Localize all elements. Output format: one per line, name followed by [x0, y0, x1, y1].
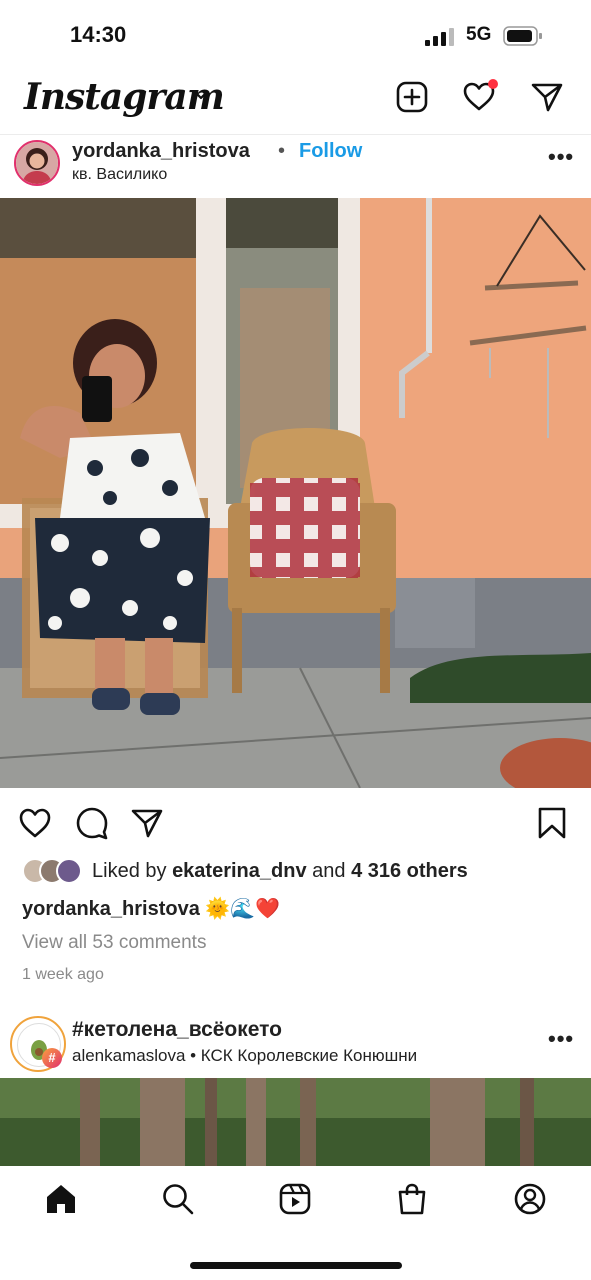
- likes-summary[interactable]: Liked by ekaterina_dnv and 4 316 others: [22, 856, 582, 886]
- status-time: 14:30: [70, 22, 127, 47]
- post-actions: [0, 798, 591, 848]
- network-type: 5G: [466, 24, 492, 45]
- view-comments-link[interactable]: View all 53 comments: [22, 932, 206, 954]
- profile-icon[interactable]: [513, 1182, 547, 1216]
- post-location[interactable]: кв. Василико: [72, 166, 167, 184]
- post2-photo[interactable]: [0, 1078, 591, 1166]
- caption-username[interactable]: yordanka_hristova: [22, 898, 200, 920]
- liked-user[interactable]: ekaterina_dnv: [172, 860, 307, 882]
- signal-icon: [425, 28, 454, 46]
- hashtag-badge: #: [42, 1048, 62, 1068]
- post-image: [0, 198, 591, 788]
- post-header: yordanka_hristova • Follow кв. Василико …: [0, 136, 591, 198]
- more-icon[interactable]: •••: [548, 144, 574, 170]
- post-photo[interactable]: [0, 198, 591, 788]
- bookmark-icon[interactable]: [535, 806, 569, 840]
- home-indicator: [190, 1262, 402, 1269]
- follow-button[interactable]: Follow: [299, 140, 362, 163]
- caption-text: 🌞🌊❤️: [199, 898, 281, 920]
- post-timestamp: 1 week ago: [22, 966, 104, 983]
- shop-icon[interactable]: [395, 1182, 429, 1216]
- likes-text: Liked by ekaterina_dnv and 4 316 others: [92, 860, 468, 882]
- liker-avatars: [22, 858, 82, 884]
- direct-icon[interactable]: [530, 80, 564, 114]
- status-bar: 14:30 5G: [0, 0, 591, 70]
- reels-icon[interactable]: [278, 1182, 312, 1216]
- separator: •: [278, 140, 286, 162]
- app-header: Instagram: [0, 70, 591, 135]
- liked-others[interactable]: 4 316 others: [351, 860, 468, 882]
- new-post-icon[interactable]: [395, 80, 429, 114]
- avatar[interactable]: [14, 140, 60, 186]
- notification-dot: [488, 79, 498, 89]
- like-icon[interactable]: [18, 806, 52, 840]
- bottom-nav: [0, 1166, 591, 1280]
- chevron-down-icon[interactable]: [192, 86, 210, 104]
- post2-header: # #кетолена_всёокето alenkamaslova • КСК…: [0, 1012, 591, 1076]
- avatar-image: [16, 142, 58, 184]
- post-caption: yordanka_hristova 🌞🌊❤️: [22, 896, 280, 921]
- post-username[interactable]: yordanka_hristova: [72, 140, 250, 163]
- home-icon[interactable]: [44, 1182, 78, 1216]
- post2-image: [0, 1078, 591, 1166]
- more-icon[interactable]: •••: [548, 1026, 574, 1052]
- search-icon[interactable]: [161, 1182, 195, 1216]
- post2-subtitle[interactable]: alenkamaslova • КСК Королевские Конюшни: [72, 1046, 417, 1066]
- comment-icon[interactable]: [75, 806, 109, 840]
- post2-title[interactable]: #кетолена_всёокето: [72, 1018, 282, 1042]
- share-icon[interactable]: [130, 806, 164, 840]
- battery-icon: [503, 26, 542, 46]
